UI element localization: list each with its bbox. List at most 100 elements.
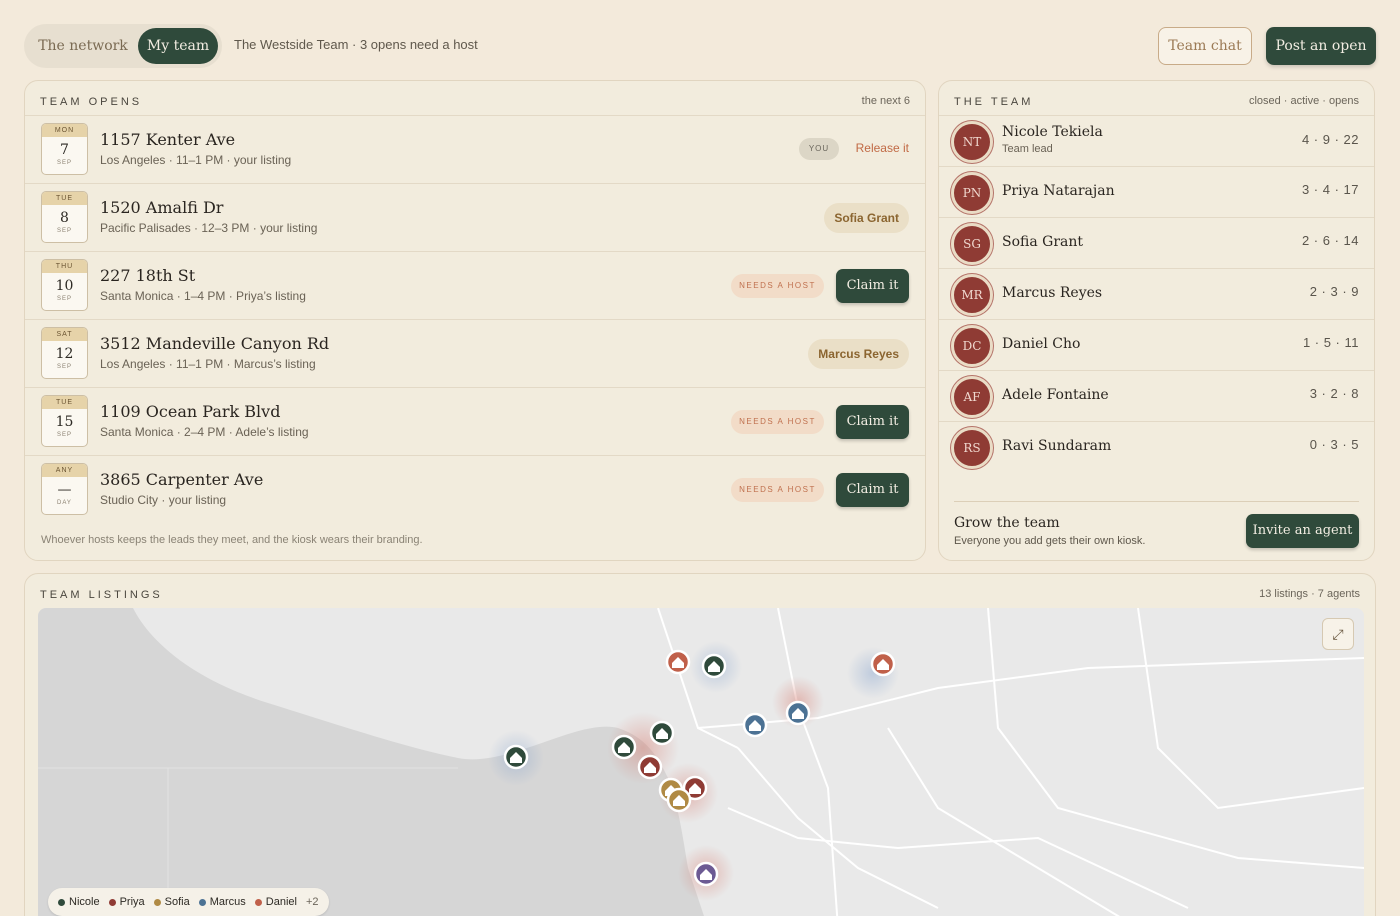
road-line bbox=[737, 747, 939, 909]
calendar-day: 8 bbox=[60, 210, 69, 226]
open-details: Santa Monica · 2–4 PM · Adele’s listing bbox=[100, 425, 309, 439]
map-legend: Nicole Priya Sofia Marcus Daniel +2 bbox=[48, 888, 329, 916]
you-badge: YOU bbox=[799, 138, 839, 160]
calendar-weekday: MON bbox=[42, 124, 87, 137]
calendar-month: SEP bbox=[56, 364, 72, 370]
open-address[interactable]: 1109 Ocean Park Blvd bbox=[100, 402, 280, 421]
listings-map[interactable]: ⤢ Nicole Priya Sofia Marcus Daniel +2 bbox=[38, 608, 1364, 916]
calendar-month: SEP bbox=[56, 160, 72, 166]
avatar: AF bbox=[951, 376, 993, 418]
member-name: Nicole Tekiela bbox=[1002, 124, 1103, 140]
legend-item: Nicole bbox=[58, 896, 100, 908]
legend-label: Priya bbox=[119, 896, 145, 908]
host-badge: Sofia Grant bbox=[824, 203, 909, 233]
team-member-row[interactable]: PN Priya Natarajan 3 · 4 · 17 bbox=[939, 166, 1374, 217]
calendar-weekday: SAT bbox=[42, 328, 87, 341]
pin-nicole[interactable] bbox=[503, 744, 529, 770]
pin-nicole[interactable] bbox=[611, 734, 637, 760]
team-listings-panel: TEAM LISTINGS 13 listings · 7 agents ⤢ N… bbox=[24, 573, 1376, 916]
team-subtitle: The Westside Team · 3 opens need a host bbox=[234, 37, 478, 52]
legend-label: Sofia bbox=[164, 896, 190, 908]
open-row: MON 7 SEP 1157 Kenter Ave Los Angeles · … bbox=[25, 115, 925, 183]
legend-dot bbox=[153, 898, 161, 906]
open-address[interactable]: 3512 Mandeville Canyon Rd bbox=[100, 334, 329, 353]
tab-the-network[interactable]: The network bbox=[28, 28, 138, 64]
panel-meta: 13 listings · 7 agents bbox=[1259, 588, 1360, 600]
release-it-link[interactable]: Release it bbox=[856, 141, 909, 155]
member-stats: 1 · 5 · 11 bbox=[1302, 335, 1359, 350]
legend-more[interactable]: +2 bbox=[306, 896, 319, 908]
view-switcher: The network My team bbox=[24, 24, 222, 68]
open-row: ANY — DAY 3865 Carpenter Ave Studio City… bbox=[25, 455, 925, 523]
legend-item: Daniel bbox=[254, 896, 297, 908]
open-address[interactable]: 1157 Kenter Ave bbox=[100, 130, 235, 149]
divider bbox=[954, 501, 1359, 502]
member-stats: 3 · 4 · 17 bbox=[1301, 182, 1359, 197]
calendar-month: SEP bbox=[56, 228, 72, 234]
opens-footnote: Whoever hosts keeps the leads they meet,… bbox=[41, 534, 423, 546]
open-address[interactable]: 3865 Carpenter Ave bbox=[100, 470, 263, 489]
calendar-weekday: TUE bbox=[42, 192, 87, 205]
pin-nicole[interactable] bbox=[701, 653, 727, 679]
pin-nicole[interactable] bbox=[649, 720, 675, 746]
calendar-weekday: ANY bbox=[42, 464, 87, 477]
post-open-button[interactable]: Post an open bbox=[1266, 27, 1376, 65]
member-stats: 3 · 2 · 8 bbox=[1309, 386, 1359, 401]
calendar-month: SEP bbox=[56, 296, 72, 302]
invite-agent-button[interactable]: Invite an agent bbox=[1246, 514, 1359, 548]
team-member-row[interactable]: DC Daniel Cho 1 · 5 · 11 bbox=[939, 319, 1374, 370]
member-name: Priya Natarajan bbox=[1002, 183, 1115, 199]
host-badge: Marcus Reyes bbox=[808, 339, 909, 369]
claim-it-button[interactable]: Claim it bbox=[836, 473, 909, 507]
legend-dot bbox=[58, 898, 65, 906]
team-member-row[interactable]: AF Adele Fontaine 3 · 2 · 8 bbox=[939, 370, 1374, 421]
team-panel: THE TEAM closed · active · opens NT Nico… bbox=[938, 80, 1375, 561]
legend-dot bbox=[198, 898, 206, 906]
pin-marcus[interactable] bbox=[785, 700, 811, 726]
pin-danielle[interactable] bbox=[665, 649, 691, 675]
road-line bbox=[777, 608, 839, 916]
legend-item: Priya bbox=[108, 896, 145, 908]
claim-it-button[interactable]: Claim it bbox=[836, 405, 909, 439]
calendar-badge: MON 7 SEP bbox=[41, 123, 88, 175]
legend-label: Nicole bbox=[69, 896, 100, 908]
open-details: Los Angeles · 11–1 PM · your listing bbox=[100, 153, 292, 167]
calendar-day: 10 bbox=[55, 278, 74, 294]
open-details: Studio City · your listing bbox=[100, 493, 227, 507]
open-row: TUE 8 SEP 1520 Amalfi Dr Pacific Palisad… bbox=[25, 183, 925, 251]
tab-my-team[interactable]: My team bbox=[138, 28, 218, 64]
needs-host-badge: NEEDS A HOST bbox=[731, 478, 824, 502]
member-stats: 2 · 6 · 14 bbox=[1301, 233, 1359, 248]
pin-sofia[interactable] bbox=[666, 787, 692, 813]
grow-team-title: Grow the team bbox=[954, 515, 1060, 531]
member-name: Adele Fontaine bbox=[1002, 387, 1109, 403]
open-row: SAT 12 SEP 3512 Mandeville Canyon Rd Los… bbox=[25, 319, 925, 387]
claim-it-button[interactable]: Claim it bbox=[836, 269, 909, 303]
expand-map-button[interactable]: ⤢ bbox=[1322, 618, 1354, 650]
calendar-day: 15 bbox=[55, 414, 74, 430]
pin-other-agent[interactable] bbox=[693, 861, 719, 887]
open-address[interactable]: 1520 Amalfi Dr bbox=[100, 198, 223, 217]
team-member-row[interactable]: NT Nicole Tekiela Team lead 4 · 9 · 22 bbox=[939, 115, 1374, 166]
team-member-row[interactable]: RS Ravi Sundaram 0 · 3 · 5 bbox=[939, 421, 1374, 472]
team-member-row[interactable]: MR Marcus Reyes 2 · 3 · 9 bbox=[939, 268, 1374, 319]
pin-marcus[interactable] bbox=[742, 712, 768, 738]
calendar-month: SEP bbox=[56, 432, 72, 438]
member-name: Marcus Reyes bbox=[1002, 285, 1103, 301]
team-chat-button[interactable]: Team chat bbox=[1158, 27, 1252, 65]
open-details: Pacific Palisades · 12–3 PM · your listi… bbox=[100, 221, 318, 235]
team-member-row[interactable]: SG Sofia Grant 2 · 6 · 14 bbox=[939, 217, 1374, 268]
panel-meta: the next 6 bbox=[861, 95, 910, 107]
avatar: PN bbox=[951, 172, 993, 214]
pin-daniel[interactable] bbox=[870, 651, 896, 677]
map-canvas bbox=[38, 608, 1364, 916]
needs-host-badge: NEEDS A HOST bbox=[731, 410, 824, 434]
open-row: TUE 15 SEP 1109 Ocean Park Blvd Santa Mo… bbox=[25, 387, 925, 455]
open-address[interactable]: 227 18th St bbox=[100, 266, 195, 285]
open-details: Santa Monica · 1–4 PM · Priya’s listing bbox=[100, 289, 306, 303]
calendar-weekday: TUE bbox=[42, 396, 87, 409]
ocean-area bbox=[38, 608, 704, 916]
pin-priya[interactable] bbox=[637, 754, 663, 780]
avatar: RS bbox=[951, 427, 993, 469]
calendar-badge: TUE 8 SEP bbox=[41, 191, 88, 243]
